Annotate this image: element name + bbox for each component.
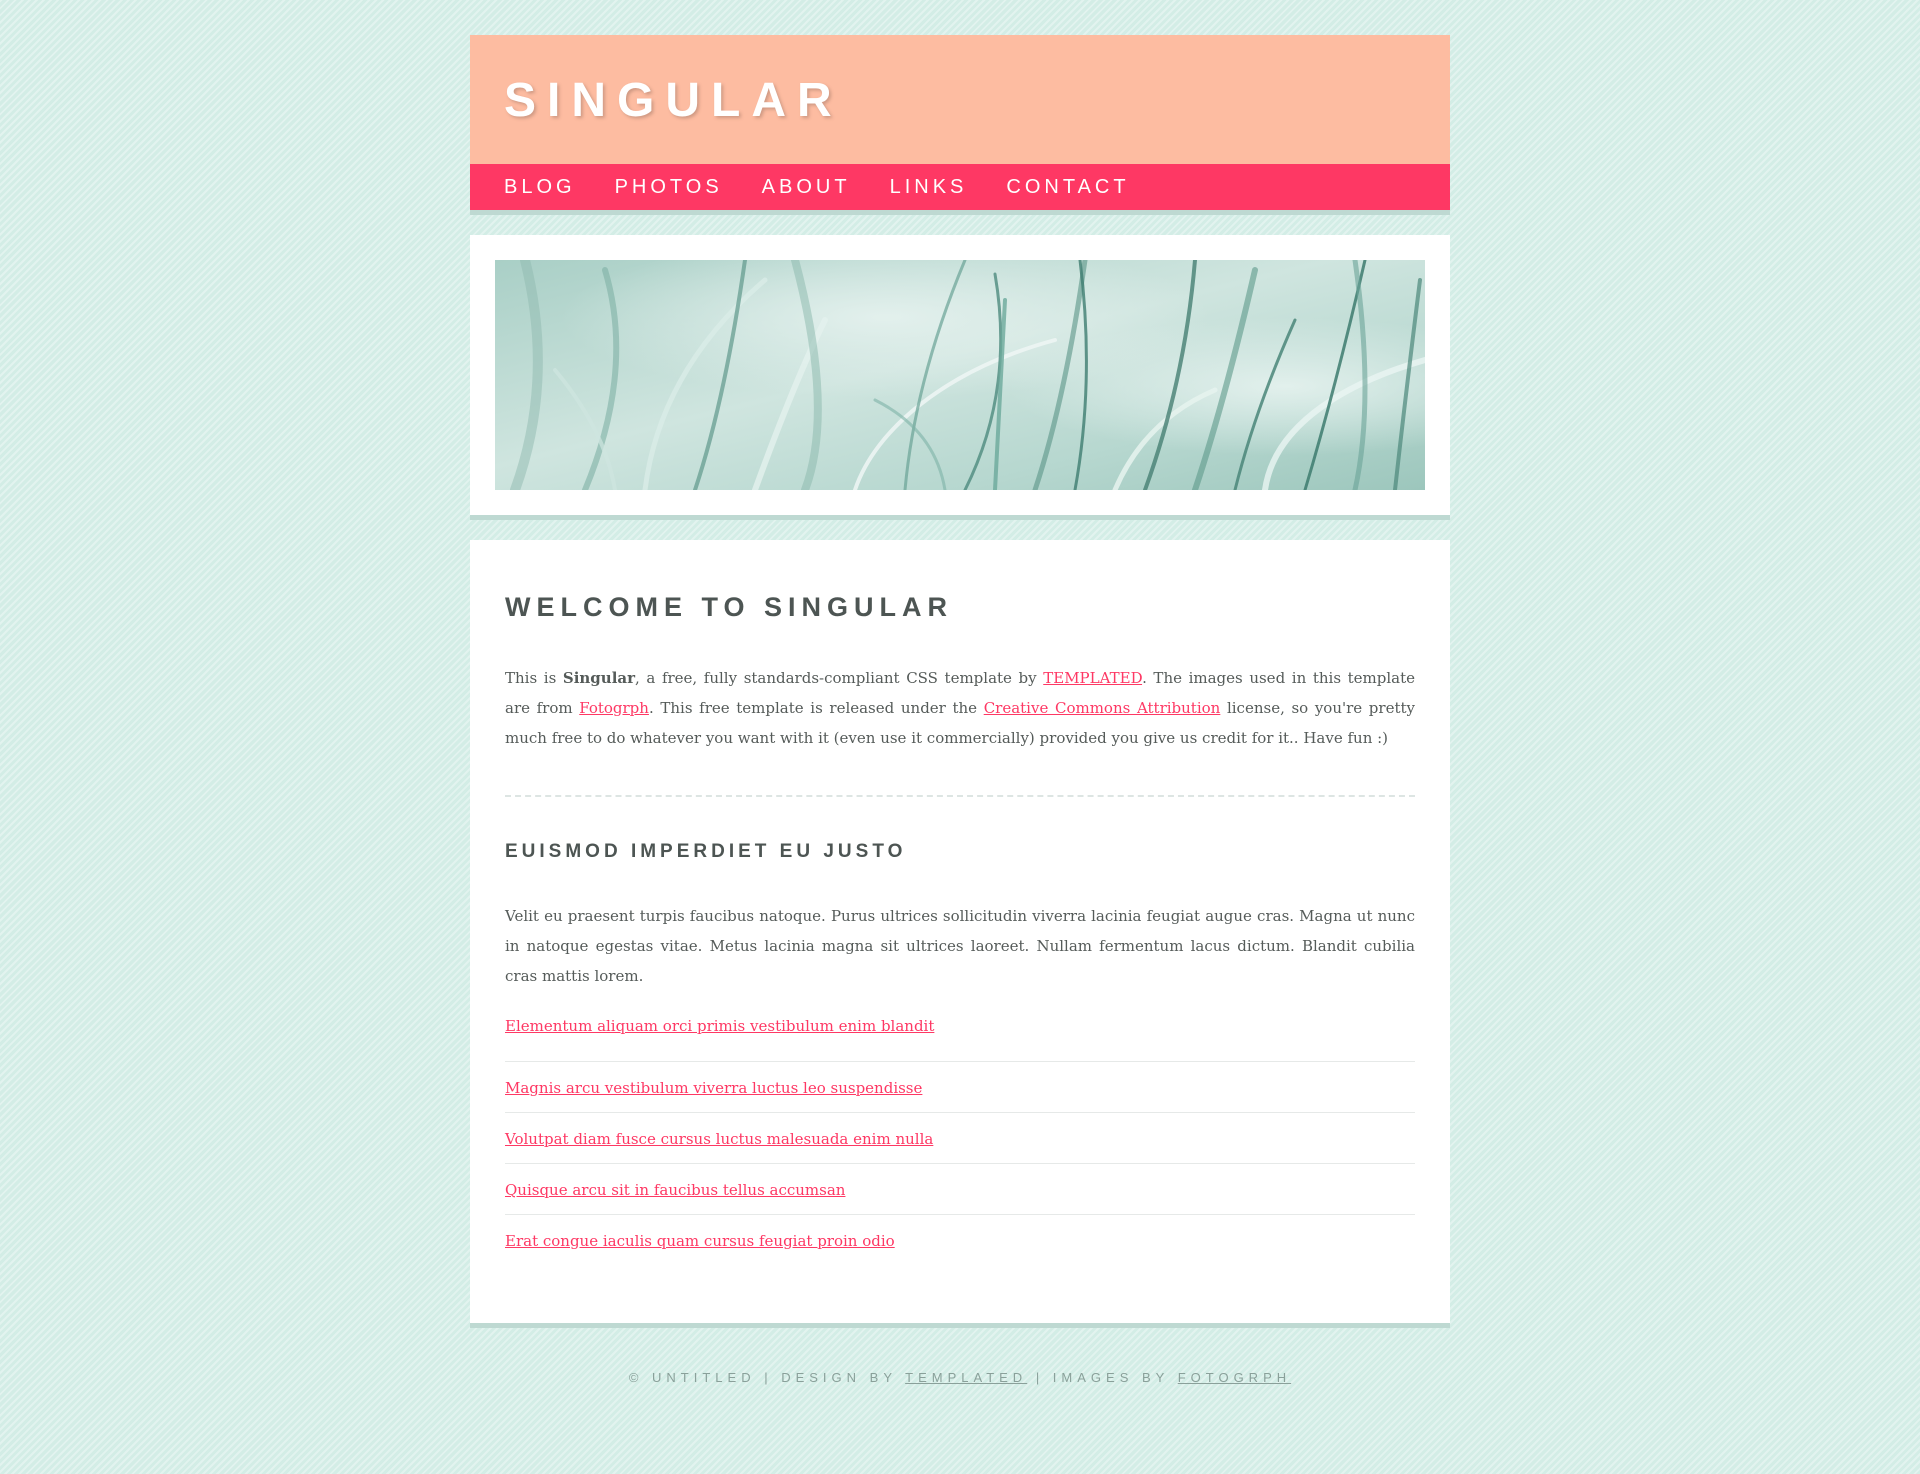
intro-text-1: This is [505, 669, 563, 687]
footer-images-text: | IMAGES BY [1027, 1370, 1178, 1385]
main-content: WELCOME TO SINGULAR This is Singular, a … [470, 540, 1450, 1323]
nav-item-contact[interactable]: CONTACT [1006, 176, 1129, 199]
list-item: Magnis arcu vestibulum viverra luctus le… [505, 1062, 1415, 1113]
list-link[interactable]: Quisque arcu sit in faucibus tellus accu… [505, 1181, 845, 1199]
section-title: EUISMOD IMPERDIET EU JUSTO [505, 841, 907, 862]
list-item: Quisque arcu sit in faucibus tellus accu… [505, 1164, 1415, 1215]
nav-item-links[interactable]: LINKS [890, 176, 968, 199]
intro-paragraph: This is Singular, a free, fully standard… [505, 663, 1415, 753]
nav-item-about[interactable]: ABOUT [762, 176, 851, 199]
list-link[interactable]: Volutpat diam fusce cursus luctus malesu… [505, 1130, 933, 1148]
nav-item-photos[interactable]: PHOTOS [615, 176, 723, 199]
section-body: Velit eu praesent turpis faucibus natoqu… [505, 907, 1415, 985]
site-header: SINGULAR [470, 35, 1450, 164]
footer-templated-link[interactable]: TEMPLATED [905, 1370, 1027, 1385]
intro-brand: Singular [562, 669, 636, 687]
welcome-title: WELCOME TO SINGULAR [505, 592, 953, 622]
footer-fotogrph-link[interactable]: FOTOGRPH [1178, 1370, 1291, 1385]
banner-grass-image [495, 260, 1425, 490]
site-logo[interactable]: SINGULAR [504, 73, 843, 128]
list-link[interactable]: Elementum aliquam orci primis vestibulum… [505, 1017, 934, 1035]
intro-text-2: , a free, fully standards-compliant CSS … [635, 669, 1044, 687]
nav-item-blog[interactable]: BLOG [504, 176, 576, 199]
list-item: Elementum aliquam orci primis vestibulum… [505, 1012, 1415, 1062]
list-link[interactable]: Erat congue iaculis quam cursus feugiat … [505, 1232, 895, 1250]
link-list: Elementum aliquam orci primis vestibulum… [505, 1012, 1415, 1266]
list-link[interactable]: Magnis arcu vestibulum viverra luctus le… [505, 1079, 922, 1097]
templated-link[interactable]: TEMPLATED [1043, 669, 1142, 687]
site-footer: © UNTITLED | DESIGN BY TEMPLATED | IMAGE… [470, 1370, 1450, 1385]
banner-container [470, 235, 1450, 515]
list-item: Volutpat diam fusce cursus luctus malesu… [505, 1113, 1415, 1164]
intro-text-4: . This free template is released under t… [648, 699, 984, 717]
fotogrph-link[interactable]: Fotogrph [579, 699, 649, 717]
list-item: Erat congue iaculis quam cursus feugiat … [505, 1215, 1415, 1266]
footer-copyright: © UNTITLED | DESIGN BY [628, 1370, 906, 1385]
page-wrapper: SINGULAR BLOG PHOTOS ABOUT LINKS CONTACT [470, 0, 1450, 1385]
creative-commons-link[interactable]: Creative Commons Attribution [984, 699, 1221, 717]
main-nav: BLOG PHOTOS ABOUT LINKS CONTACT [470, 164, 1450, 210]
